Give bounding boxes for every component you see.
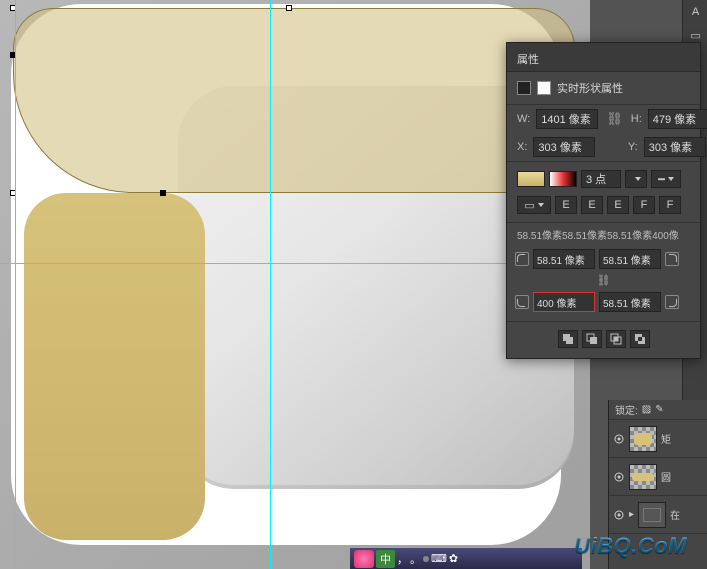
selection-anchor[interactable] bbox=[160, 190, 166, 196]
corner-br-icon bbox=[665, 295, 679, 309]
layer-name[interactable]: 在 bbox=[670, 507, 680, 522]
shape-gold-top-selected[interactable] bbox=[13, 8, 575, 193]
ime-mic-icon[interactable] bbox=[423, 556, 429, 562]
layer-row[interactable]: ▸ 在 bbox=[609, 496, 707, 534]
ime-keyboard-icon[interactable]: ⌨ bbox=[431, 552, 447, 565]
cap-butt-button[interactable]: E bbox=[555, 196, 577, 214]
canvas[interactable] bbox=[0, 0, 590, 569]
lock-brush-icon[interactable]: ✎ bbox=[655, 404, 663, 415]
tab-properties[interactable]: 属性 bbox=[515, 47, 541, 71]
lock-row: 锁定: ▨ ✎ bbox=[609, 400, 707, 420]
corner-bottom-row bbox=[507, 289, 700, 315]
properties-panel: 属性 实时形状属性 W: ⛓ H: X: ⛓ Y: 3 点 ━ ▭ E E E … bbox=[506, 42, 701, 359]
shape-gold-rect bbox=[24, 193, 205, 540]
selection-handle[interactable] bbox=[286, 5, 292, 11]
expand-arrow-icon[interactable]: ▸ bbox=[629, 509, 634, 520]
x-field[interactable] bbox=[533, 137, 595, 157]
layer-row[interactable]: 圆 bbox=[609, 458, 707, 496]
x-label: X: bbox=[517, 141, 527, 153]
guide-vertical[interactable] bbox=[15, 0, 16, 569]
width-field[interactable] bbox=[536, 109, 598, 129]
cap-round-button[interactable]: E bbox=[581, 196, 603, 214]
mask-badge-icon bbox=[537, 81, 551, 95]
cap-square-button[interactable]: E bbox=[607, 196, 629, 214]
lock-transparent-icon[interactable]: ▨ bbox=[642, 404, 651, 415]
link-corners-icon[interactable]: ⛓ bbox=[507, 272, 700, 289]
layer-thumb[interactable] bbox=[629, 426, 657, 452]
layer-name[interactable]: 圆 bbox=[661, 469, 671, 484]
stroke-width-field[interactable]: 3 点 bbox=[581, 170, 621, 188]
ime-punct-button[interactable]: ， bbox=[397, 551, 408, 567]
layer-row[interactable]: 矩 bbox=[609, 420, 707, 458]
panel-tabs: 属性 bbox=[507, 43, 700, 72]
intersect-shapes-button[interactable] bbox=[606, 330, 626, 348]
corner-tl-field[interactable] bbox=[533, 249, 595, 269]
y-field[interactable] bbox=[644, 137, 706, 157]
combine-shapes-button[interactable] bbox=[558, 330, 578, 348]
fill-swatch[interactable] bbox=[517, 171, 545, 187]
watermark: UiBQ.CoM bbox=[574, 533, 687, 559]
live-shape-title-row: 实时形状属性 bbox=[507, 72, 700, 105]
stroke-swatch[interactable] bbox=[549, 171, 577, 187]
corner-tl-icon bbox=[515, 252, 529, 266]
visibility-icon[interactable] bbox=[613, 509, 625, 521]
shape-badge-icon bbox=[517, 81, 531, 95]
ime-lang-button[interactable]: 中 bbox=[376, 550, 395, 568]
exclude-shapes-button[interactable] bbox=[630, 330, 650, 348]
y-label: Y: bbox=[628, 141, 638, 153]
ime-settings-icon[interactable]: ✿ bbox=[449, 552, 458, 565]
guide-vertical[interactable] bbox=[270, 0, 271, 569]
size-row: W: ⛓ H: bbox=[507, 105, 700, 133]
live-shape-title: 实时形状属性 bbox=[557, 80, 623, 96]
pathfinder-row bbox=[507, 321, 700, 358]
guide-horizontal[interactable] bbox=[0, 263, 590, 264]
join-round-button[interactable]: F bbox=[659, 196, 681, 214]
height-field[interactable] bbox=[648, 109, 707, 129]
subtract-shapes-button[interactable] bbox=[582, 330, 602, 348]
corner-tr-field[interactable] bbox=[599, 249, 661, 269]
type-tool-icon[interactable]: A bbox=[684, 1, 707, 23]
layer-name[interactable]: 矩 bbox=[661, 431, 671, 446]
corner-top-row bbox=[507, 246, 700, 272]
w-label: W: bbox=[517, 113, 530, 125]
join-miter-button[interactable]: F bbox=[633, 196, 655, 214]
corner-summary: 58.51像素58.51像素58.51像素400像 bbox=[507, 222, 700, 246]
ime-full-button[interactable]: 。 bbox=[410, 551, 421, 567]
visibility-icon[interactable] bbox=[613, 471, 625, 483]
stroke-width-stepper[interactable] bbox=[625, 170, 647, 188]
fill-stroke-row: 3 点 ━ bbox=[507, 161, 700, 192]
stroke-width-value: 3 点 bbox=[586, 171, 606, 187]
corner-br-field[interactable] bbox=[599, 292, 661, 312]
lock-label: 锁定: bbox=[615, 402, 638, 417]
folder-thumb[interactable] bbox=[638, 502, 666, 528]
stroke-style-dropdown[interactable]: ━ bbox=[651, 170, 681, 188]
link-wh-icon[interactable]: ⛓ bbox=[604, 111, 625, 127]
stroke-options-row: ▭ E E E F F bbox=[507, 192, 700, 218]
ime-toolbar[interactable]: 中 ， 。 ⌨ ✿ bbox=[350, 548, 582, 569]
ime-logo-icon[interactable] bbox=[354, 550, 374, 568]
visibility-icon[interactable] bbox=[613, 433, 625, 445]
layer-thumb[interactable] bbox=[629, 464, 657, 490]
corner-bl-icon bbox=[515, 295, 529, 309]
stroke-align-dropdown[interactable]: ▭ bbox=[517, 196, 551, 214]
corner-tr-icon bbox=[665, 252, 679, 266]
corner-bl-field[interactable] bbox=[533, 292, 595, 312]
position-row: X: ⛓ Y: bbox=[507, 133, 700, 161]
h-label: H: bbox=[631, 113, 642, 125]
